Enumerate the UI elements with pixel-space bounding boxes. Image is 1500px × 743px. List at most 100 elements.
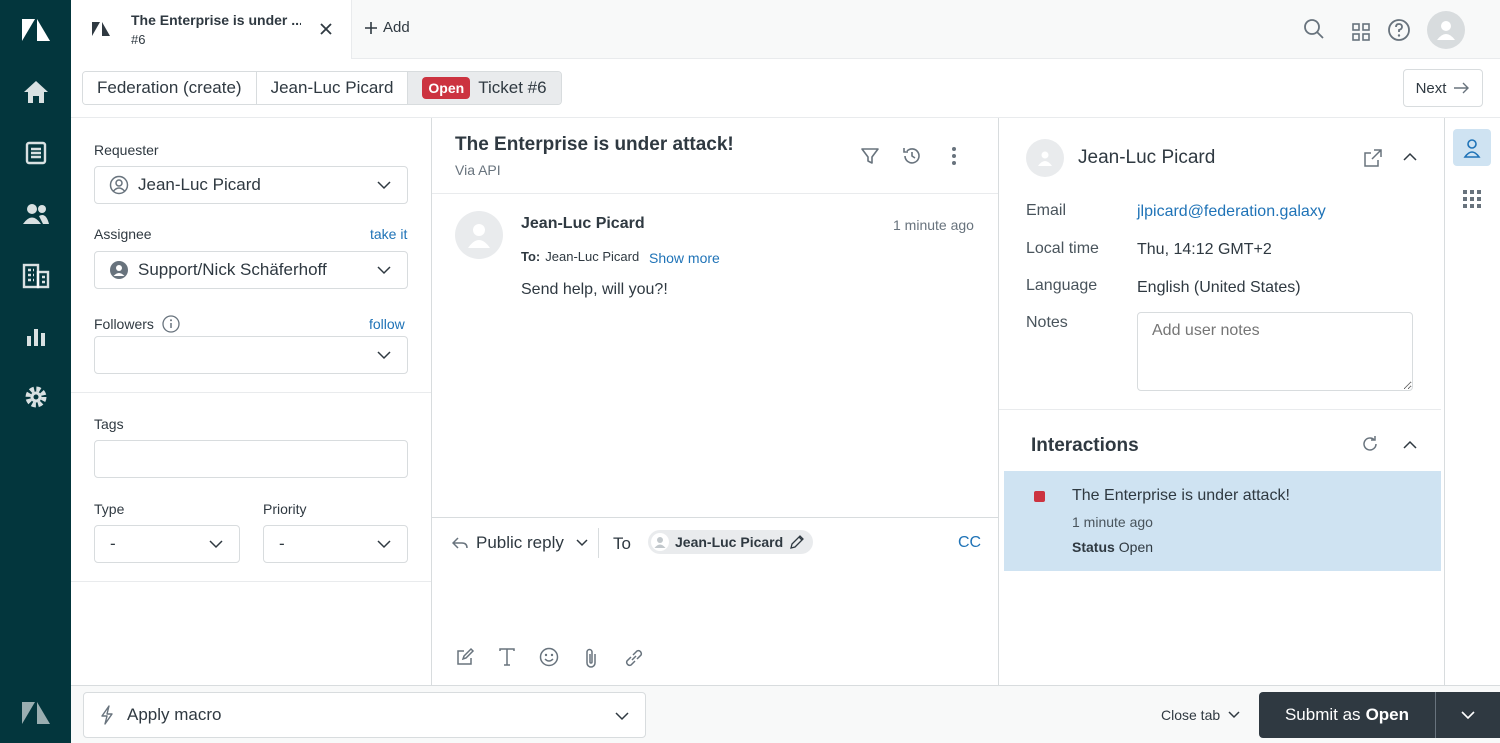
product-nav [0, 0, 71, 743]
home-icon[interactable] [20, 76, 52, 108]
breadcrumb-organization[interactable]: Federation (create) [83, 72, 257, 104]
breadcrumb-ticket[interactable]: Open Ticket #6 [408, 72, 561, 104]
user-avatar-icon [1038, 151, 1052, 166]
type-select[interactable]: - [94, 525, 240, 563]
info-icon[interactable] [162, 315, 180, 333]
breadcrumb-ticket-label: Ticket #6 [478, 78, 547, 97]
bottom-toolbar: Apply macro Close tab Submit as Open [71, 685, 1500, 743]
breadcrumb-bar: Federation (create) Jean-Luc Picard Open… [71, 59, 1500, 118]
breadcrumb-requester[interactable]: Jean-Luc Picard [256, 72, 409, 104]
admin-gear-icon[interactable] [20, 381, 52, 413]
agent-avatar-icon [110, 261, 128, 279]
chevron-down-icon [377, 540, 391, 549]
user-context-tab-icon[interactable] [1453, 129, 1491, 166]
composer-to-label: To [613, 534, 631, 553]
ticket-properties-panel: Requester Jean-Luc Picard Assignee take … [71, 118, 432, 685]
assignee-field[interactable]: Support/Nick Schäferhoff [94, 251, 408, 289]
compose-icon[interactable] [455, 647, 475, 667]
ticket-subject: The Enterprise is under attack! [455, 134, 734, 155]
customers-icon[interactable] [20, 198, 52, 230]
to-value: Jean-Luc Picard [545, 249, 640, 264]
conversation-header: The Enterprise is under attack! Via API [432, 118, 998, 194]
link-icon[interactable] [623, 647, 645, 669]
notes-label: Notes [1026, 314, 1068, 331]
user-avatar [1026, 139, 1064, 177]
interaction-item[interactable]: The Enterprise is under attack! 1 minute… [1004, 471, 1441, 571]
cc-link[interactable]: CC [958, 534, 981, 552]
recipient-pill[interactable]: Jean-Luc Picard [648, 530, 814, 554]
message-body: Send help, will you?! [521, 281, 668, 298]
next-button[interactable]: Next [1403, 69, 1483, 107]
user-name[interactable]: Jean-Luc Picard [1078, 147, 1215, 169]
ticket-tab[interactable]: The Enterprise is under ... #6 [71, 0, 352, 59]
email-link[interactable]: jlpicard@federation.galaxy [1137, 203, 1326, 221]
show-more-link[interactable]: Show more [649, 250, 720, 266]
attachment-icon[interactable] [583, 647, 599, 669]
ticket-tab-number: #6 [131, 32, 146, 47]
submit-prefix: Submit as [1284, 705, 1361, 724]
message-recipients: To: Jean-Luc Picard [521, 249, 639, 264]
emoji-icon[interactable] [539, 647, 559, 667]
user-context-panel: Jean-Luc Picard Email jlpicard@federatio… [999, 118, 1445, 685]
interaction-status-value: Open [1118, 539, 1154, 555]
user-circle-icon [109, 175, 129, 195]
user-notes-textarea[interactable] [1137, 312, 1413, 391]
message-timestamp: 1 minute ago [893, 217, 974, 233]
organizations-icon[interactable] [20, 259, 52, 291]
text-format-icon[interactable] [498, 647, 516, 667]
more-options-icon[interactable] [942, 144, 966, 168]
follow-link[interactable]: follow [369, 316, 405, 332]
type-value: - [110, 534, 116, 553]
requester-field[interactable]: Jean-Luc Picard [94, 166, 408, 204]
refresh-icon[interactable] [1360, 434, 1380, 454]
user-avatar[interactable] [1427, 11, 1465, 49]
submit-button-group: Submit as Open [1259, 692, 1500, 738]
zendesk-product-icon[interactable] [20, 697, 52, 729]
apply-macro-select[interactable]: Apply macro [83, 692, 646, 738]
apps-grid-icon[interactable] [1463, 190, 1481, 208]
reply-composer: Public reply To Jean-Luc Picard CC [432, 517, 998, 685]
open-in-new-icon[interactable] [1363, 148, 1383, 168]
close-tab-icon[interactable] [317, 20, 335, 38]
help-icon[interactable] [1387, 18, 1411, 42]
divider [999, 409, 1441, 410]
lightning-icon [101, 705, 113, 725]
close-tab-label: Close tab [1161, 707, 1221, 723]
products-grid-icon[interactable] [1351, 22, 1371, 42]
take-it-link[interactable]: take it [370, 226, 407, 242]
interaction-status: Status Open [1072, 539, 1153, 555]
submit-button[interactable]: Submit as Open [1259, 692, 1436, 738]
reply-type-label: Public reply [476, 533, 564, 552]
message-author-avatar[interactable] [455, 211, 503, 259]
zendesk-logo-icon[interactable] [20, 14, 52, 46]
interaction-title: The Enterprise is under attack! [1072, 487, 1290, 504]
tags-input[interactable] [94, 440, 408, 478]
followers-field[interactable] [94, 336, 408, 374]
message-author[interactable]: Jean-Luc Picard [521, 215, 645, 233]
collapse-chevron-up-icon[interactable] [1403, 440, 1417, 450]
submit-options-button[interactable] [1436, 692, 1500, 738]
priority-select[interactable]: - [263, 525, 408, 563]
language-value: English (United States) [1137, 279, 1301, 296]
email-label: Email [1026, 202, 1067, 219]
views-icon[interactable] [20, 137, 52, 169]
filter-icon[interactable] [858, 144, 882, 168]
search-icon[interactable] [1303, 18, 1325, 40]
close-tab-menu[interactable]: Close tab [1161, 707, 1240, 723]
assignee-value: Support/Nick Schäferhoff [138, 260, 327, 279]
type-label: Type [94, 501, 125, 517]
interaction-time: 1 minute ago [1072, 514, 1153, 530]
chevron-down-icon [1228, 711, 1240, 719]
ticket-tab-title: The Enterprise is under ... [131, 12, 301, 28]
reporting-icon[interactable] [20, 320, 52, 352]
next-label: Next [1415, 79, 1447, 97]
user-avatar-icon [468, 224, 490, 248]
submit-status: Open [1365, 705, 1410, 724]
reply-type-selector[interactable]: Public reply [452, 533, 588, 553]
chevron-down-icon [377, 181, 391, 190]
interaction-status-label: Status [1072, 539, 1115, 555]
history-icon[interactable] [900, 144, 924, 168]
divider [598, 528, 599, 558]
collapse-chevron-up-icon[interactable] [1403, 152, 1417, 162]
add-tab-button[interactable]: Add [365, 19, 410, 36]
